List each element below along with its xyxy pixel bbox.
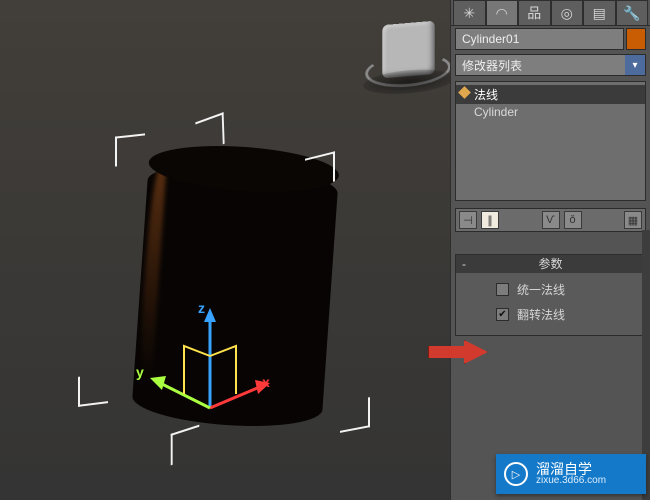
- flip-normals-label: 翻转法线: [517, 306, 565, 323]
- cylinder-object[interactable]: [131, 158, 339, 431]
- rollout-title: 参数: [538, 257, 562, 271]
- view-cube[interactable]: [382, 21, 434, 79]
- watermark-brand: 溜溜自学: [536, 462, 606, 476]
- show-end-result-icon[interactable]: ∥: [481, 211, 499, 229]
- stack-item-normals[interactable]: 法线: [456, 85, 645, 104]
- configure-sets-icon[interactable]: ▦: [624, 211, 642, 229]
- checkbox-icon: [496, 283, 509, 296]
- stack-item-label: Cylinder: [474, 105, 518, 119]
- unify-normals-label: 统一法线: [517, 281, 565, 298]
- stack-item-label: 法线: [474, 88, 498, 102]
- make-unique-icon[interactable]: Ѵ: [542, 211, 560, 229]
- tab-display[interactable]: ▤: [583, 0, 616, 25]
- tab-utilities[interactable]: 🔧: [616, 0, 649, 25]
- object-color[interactable]: [626, 28, 646, 50]
- selection-corner: [171, 425, 200, 466]
- stack-toolbar: ⊣ ∥ Ѵ ǒ ▦: [455, 208, 646, 232]
- tab-motion[interactable]: ◎: [551, 0, 584, 25]
- selection-corner: [115, 133, 145, 166]
- flip-normals-option[interactable]: 翻转法线: [462, 306, 639, 323]
- pin-stack-icon[interactable]: ⊣: [459, 211, 477, 229]
- chevron-down-icon[interactable]: ▾: [625, 55, 645, 75]
- params-rollout: 参数 统一法线 翻转法线: [455, 254, 646, 336]
- tab-hierarchy[interactable]: 品: [518, 0, 551, 25]
- object-name-input[interactable]: [455, 28, 624, 50]
- watermark-url: zixue.3d66.com: [536, 476, 606, 486]
- modifier-list-dropdown[interactable]: 修改器列表 ▾: [455, 54, 646, 76]
- viewport[interactable]: z x y: [0, 0, 450, 500]
- modifier-stack[interactable]: 法线 Cylinder: [455, 81, 646, 201]
- checkbox-icon: [496, 308, 509, 321]
- play-icon: ▷: [504, 462, 528, 486]
- stack-item-base[interactable]: Cylinder: [456, 104, 645, 120]
- rollout-header[interactable]: 参数: [456, 255, 645, 273]
- remove-modifier-icon[interactable]: ǒ: [564, 211, 582, 229]
- tab-create[interactable]: ✳: [453, 0, 486, 25]
- modifier-list-label: 修改器列表: [456, 55, 625, 75]
- selection-corner: [78, 373, 108, 407]
- command-panel: ✳ ◠ 品 ◎ ▤ 🔧 修改器列表 ▾ 法线 Cylinder ⊣ ∥ Ѵ ǒ …: [450, 0, 650, 500]
- unify-normals-option[interactable]: 统一法线: [462, 281, 639, 298]
- panel-tabs: ✳ ◠ 品 ◎ ▤ 🔧: [451, 0, 650, 26]
- object-name-row: [455, 28, 646, 50]
- tab-modify[interactable]: ◠: [486, 0, 519, 25]
- watermark-badge: ▷ 溜溜自学 zixue.3d66.com: [496, 454, 646, 494]
- selection-corner: [340, 397, 370, 433]
- view-cube-ring[interactable]: [365, 50, 450, 90]
